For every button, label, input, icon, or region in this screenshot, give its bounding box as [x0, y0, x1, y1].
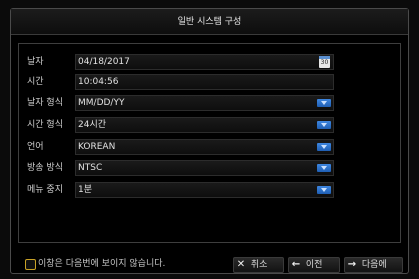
- date-format-dropdown[interactable]: MM/DD/YY: [75, 95, 334, 111]
- cancel-label: 취소: [250, 260, 268, 270]
- video-system-row: 방송 방식 NTSC: [19, 160, 400, 176]
- dialog-title: 일반 시스템 구성: [11, 9, 408, 35]
- time-field[interactable]: 10:04:56: [75, 74, 334, 90]
- arrow-right-icon: →: [347, 259, 357, 270]
- language-value: KOREAN: [78, 142, 116, 152]
- settings-panel: 날자 04/18/2017 30 시간 10:04:56 날자 형식 MM/DD…: [18, 43, 401, 243]
- prev-button[interactable]: ← 이전: [288, 257, 340, 273]
- video-system-dropdown[interactable]: NTSC: [75, 160, 334, 176]
- menu-timeout-value: 1분: [78, 185, 93, 195]
- time-value: 10:04:56: [78, 77, 119, 87]
- menu-timeout-label: 메뉴 중지: [27, 185, 63, 195]
- language-label: 언어: [27, 142, 44, 152]
- date-format-value: MM/DD/YY: [78, 98, 125, 108]
- chevron-down-icon[interactable]: [317, 121, 331, 129]
- language-row: 언어 KOREAN: [19, 139, 400, 155]
- video-system-value: NTSC: [78, 163, 103, 173]
- menu-timeout-row: 메뉴 중지 1분: [19, 182, 400, 198]
- chevron-down-icon[interactable]: [317, 186, 331, 194]
- dialog-footer: 이창은 다음번에 보이지 않습니다. ✕ 취소 ← 이전 → 다음에: [11, 257, 408, 275]
- time-format-value: 24시간: [78, 120, 107, 130]
- date-field[interactable]: 04/18/2017 30: [75, 54, 334, 70]
- date-format-label: 날자 형식: [27, 98, 63, 108]
- date-row: 날자 04/18/2017 30: [19, 54, 400, 70]
- chevron-down-icon[interactable]: [317, 143, 331, 151]
- chevron-down-icon[interactable]: [317, 164, 331, 172]
- chevron-down-icon[interactable]: [317, 99, 331, 107]
- dont-show-again-label[interactable]: 이창은 다음번에 보이지 않습니다.: [38, 257, 165, 272]
- next-button[interactable]: → 다음에: [344, 257, 403, 273]
- calendar-icon[interactable]: 30: [319, 56, 330, 68]
- time-label: 시간: [27, 77, 44, 87]
- calendar-day: 30: [320, 59, 329, 66]
- date-label: 날자: [27, 57, 44, 67]
- video-system-label: 방송 방식: [27, 163, 63, 173]
- next-label: 다음에: [361, 260, 387, 270]
- language-dropdown[interactable]: KOREAN: [75, 139, 334, 155]
- prev-label: 이전: [305, 260, 323, 270]
- time-row: 시간 10:04:56: [19, 74, 400, 90]
- close-icon: ✕: [236, 259, 246, 270]
- arrow-left-icon: ←: [291, 259, 301, 270]
- system-config-dialog: 일반 시스템 구성 날자 04/18/2017 30 시간 10:04:56 날…: [10, 8, 409, 274]
- menu-timeout-dropdown[interactable]: 1분: [75, 182, 334, 198]
- time-format-row: 시간 형식 24시간: [19, 117, 400, 133]
- time-format-dropdown[interactable]: 24시간: [75, 117, 334, 133]
- date-value: 04/18/2017: [78, 57, 130, 67]
- cancel-button[interactable]: ✕ 취소: [233, 257, 284, 273]
- date-format-row: 날자 형식 MM/DD/YY: [19, 95, 400, 111]
- dont-show-again-checkbox[interactable]: [25, 259, 36, 270]
- time-format-label: 시간 형식: [27, 120, 63, 130]
